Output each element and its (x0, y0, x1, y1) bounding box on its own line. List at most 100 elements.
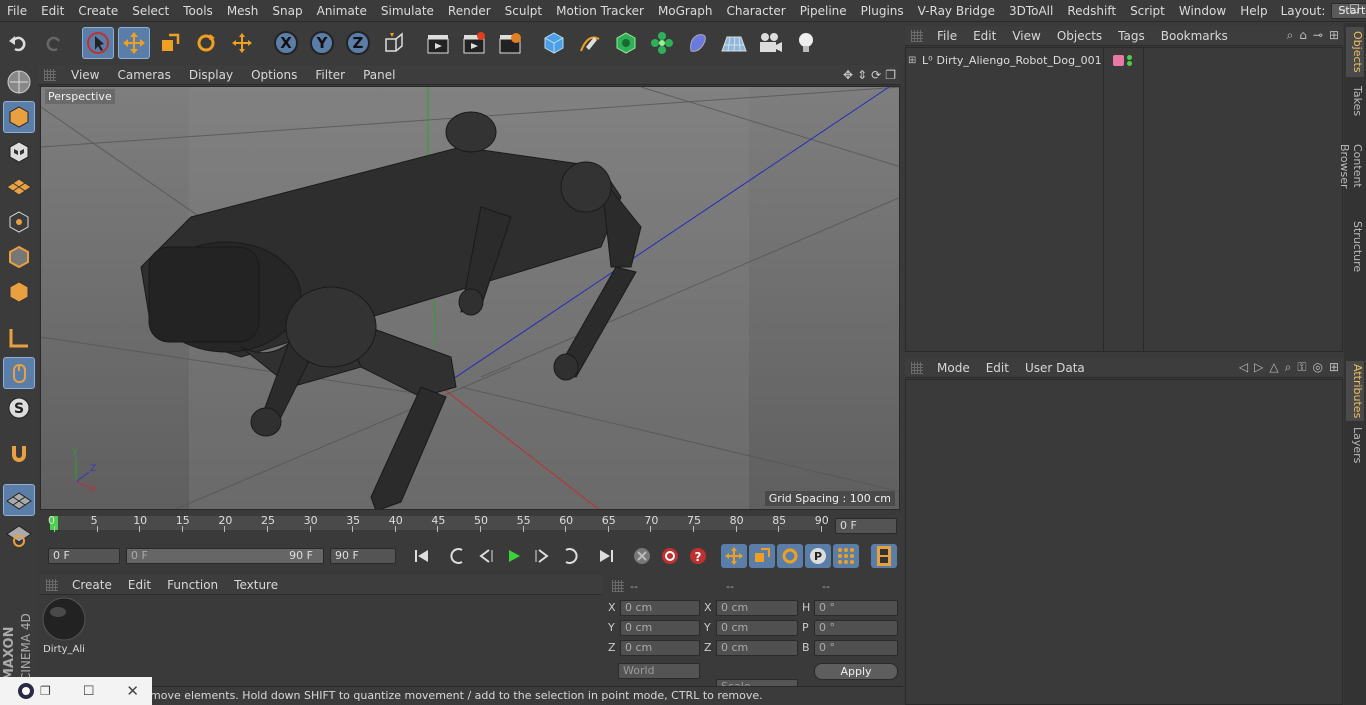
panel-grip-icon[interactable] (44, 68, 56, 81)
tab-layers[interactable]: Layers (1346, 425, 1364, 465)
object-menu-tags[interactable]: Tags (1110, 29, 1153, 43)
menu-help[interactable]: Help (1233, 0, 1274, 22)
camera-button[interactable] (754, 27, 786, 59)
menu-redshift[interactable]: Redshift (1060, 0, 1123, 22)
x-axis-lock-button[interactable]: X (270, 27, 302, 59)
menu-3dtoall[interactable]: 3DToAll (1002, 0, 1060, 22)
new-panel-icon[interactable]: ⊞ (1329, 360, 1339, 375)
cube-primitive-button[interactable] (538, 27, 570, 59)
home-icon[interactable]: ⌂ (1299, 28, 1307, 43)
viewport-menu-cameras[interactable]: Cameras (108, 68, 179, 82)
attribute-menu-edit[interactable]: Edit (978, 361, 1017, 375)
restore-window-icon[interactable]: ❐ (40, 684, 51, 698)
up-arrow-icon[interactable]: △ (1269, 360, 1278, 375)
start-frame-field[interactable]: 0 F (48, 548, 120, 564)
deformer-button[interactable] (682, 27, 714, 59)
subdivision-surface-button[interactable] (610, 27, 642, 59)
menu-render[interactable]: Render (441, 0, 498, 22)
coordinate-system-button[interactable] (378, 27, 410, 59)
apply-button[interactable]: Apply (814, 663, 898, 680)
viewport-menu-view[interactable]: View (62, 68, 108, 82)
panel-grip-icon[interactable] (911, 361, 923, 374)
menu-window[interactable]: Window (1172, 0, 1233, 22)
menu-create[interactable]: Create (71, 0, 125, 22)
tab-attributes[interactable]: Attributes (1346, 361, 1364, 421)
floor-button[interactable] (718, 27, 750, 59)
rotate-view-icon[interactable]: ⟳ (871, 68, 881, 82)
previous-key-button[interactable] (445, 544, 471, 568)
viewport-menu-panel[interactable]: Panel (354, 68, 404, 82)
panel-grip-icon[interactable] (612, 580, 624, 592)
timeline-ruler[interactable]: 0 5 10 15 20 25 30 35 40 45 50 55 60 65 70 75 80 85 90 0 F (40, 512, 900, 542)
points-mode-button[interactable] (3, 206, 35, 238)
current-frame-field[interactable]: 0 F (835, 518, 897, 534)
solo-mode-button[interactable]: S (3, 392, 35, 424)
key-position-button[interactable] (721, 544, 747, 568)
keyframe-selection-button[interactable]: ? (685, 544, 711, 568)
new-panel-icon[interactable]: ⊞ (1329, 28, 1339, 43)
scale-tool-button[interactable] (154, 27, 186, 59)
object-menu-bookmarks[interactable]: Bookmarks (1153, 29, 1236, 43)
lock-icon[interactable]: ⚿ (1297, 360, 1306, 375)
tab-content-browser[interactable]: Content Browser (1338, 123, 1364, 209)
axis-mode-button[interactable] (3, 322, 35, 354)
object-menu-view[interactable]: View (1004, 29, 1048, 43)
tweak-mode-button[interactable] (3, 357, 35, 389)
search-icon[interactable]: ⌕ (1287, 28, 1294, 43)
rotate-tool-button[interactable] (190, 27, 222, 59)
live-selection-button[interactable] (82, 27, 114, 59)
move-view-icon[interactable]: ✥ (843, 68, 853, 82)
tab-structure[interactable]: Structure (1346, 221, 1364, 273)
panel-grip-icon[interactable] (46, 578, 58, 591)
play-button[interactable] (501, 544, 527, 568)
coordinate-mode-select[interactable]: World (618, 663, 700, 679)
go-to-start-button[interactable] (409, 544, 435, 568)
menu-sculpt[interactable]: Sculpt (498, 0, 549, 22)
coord-value-field[interactable]: 0 cm (716, 620, 798, 636)
menu-mesh[interactable]: Mesh (220, 0, 266, 22)
maximize-view-icon[interactable]: ❐ (885, 68, 896, 82)
close-window-icon[interactable]: ✕ (126, 682, 139, 700)
redo-button[interactable] (38, 27, 70, 59)
end-frame-field[interactable]: 90 F (330, 548, 396, 564)
go-to-end-button[interactable] (593, 544, 619, 568)
dolly-view-icon[interactable]: ⇕ (857, 68, 867, 82)
object-menu-file[interactable]: File (929, 29, 965, 43)
search-icon[interactable]: ⌕ (1285, 360, 1292, 375)
edges-mode-button[interactable] (3, 241, 35, 273)
key-pla-button[interactable] (833, 544, 859, 568)
menu-select[interactable]: Select (125, 0, 176, 22)
target-icon[interactable]: ◎ (1312, 360, 1322, 375)
texture-mode-button[interactable] (3, 136, 35, 168)
menu-simulate[interactable]: Simulate (374, 0, 441, 22)
menu-file[interactable]: File (0, 0, 34, 22)
coord-value-field[interactable]: 0 cm (716, 640, 798, 656)
viewport-3d[interactable]: Y Z X Perspective Grid Spacing : 100 cm (40, 86, 900, 510)
viewport-label[interactable]: Perspective (45, 89, 115, 104)
timeline-window-button[interactable] (871, 544, 897, 568)
previous-frame-button[interactable] (473, 544, 499, 568)
recent-tool-button[interactable] (226, 27, 258, 59)
coord-value-field[interactable]: 0 ° (814, 600, 898, 616)
key-rotation-button[interactable] (777, 544, 803, 568)
collapse-icon[interactable]: ⊸ (1313, 28, 1323, 43)
object-color-tag[interactable] (1112, 54, 1124, 66)
next-frame-button[interactable] (529, 544, 555, 568)
material-menu-create[interactable]: Create (64, 578, 120, 592)
menu-pipeline[interactable]: Pipeline (793, 0, 854, 22)
coord-value-field[interactable]: 0 ° (814, 620, 898, 636)
back-arrow-icon[interactable]: ◁ (1239, 360, 1248, 375)
workplane-snap-button[interactable] (3, 519, 35, 551)
coord-value-field[interactable]: 0 cm (620, 640, 700, 656)
material-menu-edit[interactable]: Edit (120, 578, 159, 592)
menu-script[interactable]: Script (1123, 0, 1172, 22)
viewport-menu-options[interactable]: Options (242, 68, 306, 82)
attribute-menu-mode[interactable]: Mode (929, 361, 978, 375)
model-mode-button[interactable] (3, 101, 35, 133)
snap-button[interactable] (3, 438, 35, 470)
menu-mograph[interactable]: MoGraph (651, 0, 720, 22)
render-view-button[interactable] (422, 27, 454, 59)
viewport-menu-filter[interactable]: Filter (306, 68, 354, 82)
cloner-button[interactable] (646, 27, 678, 59)
menu-character[interactable]: Character (719, 0, 792, 22)
